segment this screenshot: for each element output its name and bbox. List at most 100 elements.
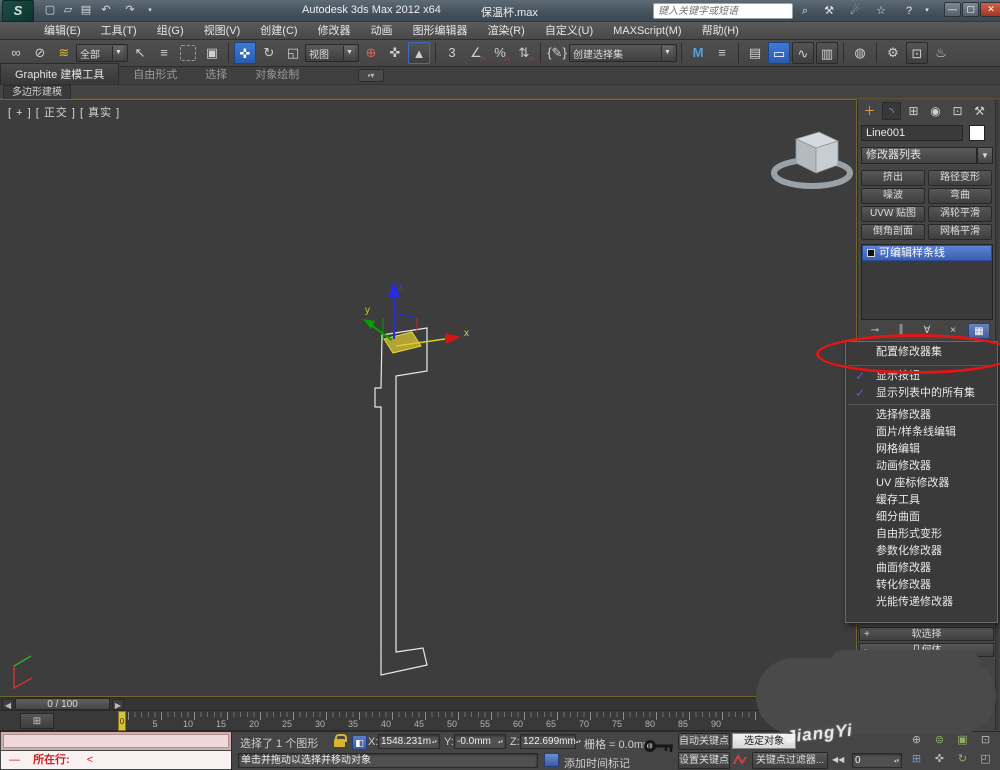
time-tag-icon[interactable] xyxy=(544,753,559,767)
help-dropdown-icon[interactable]: ▾ xyxy=(918,3,936,19)
modifier-button-bevel-profile[interactable]: 倒角剖面 xyxy=(861,224,925,240)
ribbon-tab-selection[interactable]: 选择 xyxy=(191,64,241,84)
select-and-move-icon[interactable]: ✜ xyxy=(234,42,256,64)
maximize-button[interactable]: ▢ xyxy=(962,2,979,17)
menu-edit[interactable]: 编辑(E) xyxy=(34,22,91,40)
menu-help[interactable]: 帮助(H) xyxy=(692,22,749,40)
z-coord-field[interactable]: 122.699mm▴▾ xyxy=(520,734,576,749)
menu-item-parametric-modifiers[interactable]: 参数化修改器 xyxy=(846,543,997,560)
unlink-selection-icon[interactable]: ⊘ xyxy=(29,42,51,64)
align-icon[interactable]: ≡ xyxy=(711,42,733,64)
dropdown-arrow-icon[interactable]: ▼ xyxy=(661,46,673,60)
menu-views[interactable]: 视图(V) xyxy=(194,22,251,40)
auto-key-button[interactable]: 自动关键点 xyxy=(678,733,730,750)
zoom-icon[interactable]: ⊕ xyxy=(908,733,925,748)
search-input[interactable] xyxy=(653,3,793,19)
spinner-icon[interactable]: ▴▾ xyxy=(576,740,581,744)
orbit-icon[interactable]: ↻ xyxy=(954,752,971,767)
key-filters-button[interactable]: 关键点过滤器... xyxy=(752,752,828,769)
named-selection-sets-dropdown[interactable]: 创建选择集▼ xyxy=(569,44,677,62)
pan-icon[interactable]: ✜ xyxy=(931,752,948,767)
zoom-all-icon[interactable]: ⊜ xyxy=(931,733,948,748)
menu-customize[interactable]: 自定义(U) xyxy=(535,22,603,40)
material-editor-icon[interactable]: ◍ xyxy=(849,42,871,64)
ribbon-panel-polygon-modeling[interactable]: 多边形建模 xyxy=(3,85,71,99)
rendered-frame-window-icon[interactable]: ⊡ xyxy=(906,42,928,64)
gizmo-x-arrowhead-icon[interactable] xyxy=(445,333,461,344)
display-tab-icon[interactable]: ⊡ xyxy=(948,102,967,120)
layer-manager-icon[interactable]: ▤ xyxy=(744,42,766,64)
menu-create[interactable]: 创建(C) xyxy=(250,22,307,40)
rectangular-selection-region-icon[interactable] xyxy=(180,45,196,61)
favorites-star-icon[interactable]: ☆ xyxy=(872,3,890,19)
selection-filter-dropdown[interactable]: 全部▼ xyxy=(76,44,128,62)
menu-item-cache-tools[interactable]: 缓存工具 xyxy=(846,492,997,509)
set-key-button[interactable]: 设置关键点 xyxy=(678,752,730,769)
spinner-icon[interactable]: ▴▾ xyxy=(432,740,437,744)
menu-group[interactable]: 组(G) xyxy=(147,22,194,40)
stack-item-editable-spline[interactable]: 可编辑样条线 xyxy=(862,245,992,261)
use-pivot-point-center-icon[interactable]: ⊕ xyxy=(360,42,382,64)
select-and-link-icon[interactable]: ∞ xyxy=(5,42,27,64)
select-and-scale-icon[interactable]: ◱ xyxy=(282,42,304,64)
zoom-extents-icon[interactable]: ▣ xyxy=(954,733,971,748)
ribbon-minimize-icon[interactable]: ▪▾ xyxy=(358,69,384,82)
menu-item-show-all-sets[interactable]: ✓显示列表中的所有集 xyxy=(846,385,997,402)
modifier-button-bend[interactable]: 弯曲 xyxy=(928,188,992,204)
y-coord-field[interactable]: -0.0mm▴▾ xyxy=(454,734,506,749)
bind-to-space-warp-icon[interactable]: ≋ xyxy=(53,42,75,64)
mirror-icon[interactable]: M xyxy=(687,42,709,64)
window-crossing-icon[interactable]: ▣ xyxy=(201,42,223,64)
menu-item-freeform-deformations[interactable]: 自由形式变形 xyxy=(846,526,997,543)
select-object-icon[interactable]: ↖ xyxy=(129,42,151,64)
rollout-expand-icon[interactable]: + xyxy=(864,628,870,641)
modify-tab-icon[interactable]: ◝ xyxy=(882,102,901,120)
dropdown-arrow-icon[interactable]: ▼ xyxy=(112,46,124,60)
object-color-swatch[interactable] xyxy=(969,125,985,141)
open-file-icon[interactable]: ▱ xyxy=(60,3,76,18)
dropdown-arrow-icon[interactable]: ▼ xyxy=(343,46,355,60)
modifier-list-dropdown[interactable]: 修改器列表 xyxy=(861,147,977,164)
object-name-field[interactable]: Line001 xyxy=(861,125,963,141)
keyboard-shortcut-override-icon[interactable]: ▲ xyxy=(408,42,430,64)
listener-line-row[interactable]: — 所在行: < xyxy=(1,751,231,769)
zoom-extents-all-icon[interactable]: ⊡ xyxy=(977,733,994,748)
menu-item-patch-spline-editing[interactable]: 面片/样条线编辑 xyxy=(846,424,997,441)
ribbon-tab-freeform[interactable]: 自由形式 xyxy=(119,64,191,84)
spline-object[interactable] xyxy=(375,328,427,675)
new-key-curve-icon[interactable] xyxy=(733,753,749,767)
search-icon[interactable]: ⌕ xyxy=(796,3,814,19)
menu-item-radiosity-modifiers[interactable]: 光能传递修改器 xyxy=(846,594,997,611)
x-coord-field[interactable]: 1548.231m▴▾ xyxy=(378,734,440,749)
time-slider-track[interactable] xyxy=(0,697,857,711)
zoom-region-icon[interactable]: ⊞ xyxy=(908,752,925,767)
create-tab-icon[interactable]: ＋ xyxy=(860,102,879,120)
trackbar-frame-marker[interactable]: 0 xyxy=(118,711,126,731)
select-by-name-icon[interactable]: ≡ xyxy=(153,42,175,64)
save-file-icon[interactable]: ▤ xyxy=(78,3,94,18)
menu-item-surface-modifiers[interactable]: 曲面修改器 xyxy=(846,560,997,577)
render-production-icon[interactable]: ♨ xyxy=(930,42,952,64)
select-and-manipulate-icon[interactable]: ✜ xyxy=(384,42,406,64)
edit-named-selection-sets-icon[interactable]: {✎} xyxy=(546,42,568,64)
time-slider-thumb[interactable]: 0 / 100 xyxy=(15,698,110,710)
menu-item-uv-coordinate-modifiers[interactable]: UV 座标修改器 xyxy=(846,475,997,492)
hierarchy-tab-icon[interactable]: ⊞ xyxy=(904,102,923,120)
previous-frame-arrow[interactable]: ◀ xyxy=(2,699,14,710)
modifier-button-extrude[interactable]: 挤出 xyxy=(861,170,925,186)
mini-curve-editor-icon[interactable]: ⊞ xyxy=(20,713,54,729)
curve-editor-icon[interactable]: ∿ xyxy=(792,42,814,64)
add-time-tag-label[interactable]: 添加时间标记 xyxy=(564,755,630,770)
menu-graph-editors[interactable]: 图形编辑器 xyxy=(403,22,478,40)
redo-icon[interactable]: ↷ xyxy=(122,3,138,18)
spinner-icon[interactable]: ▴▾ xyxy=(894,759,899,763)
modifier-list-arrow-icon[interactable]: ▼ xyxy=(977,147,993,164)
spinner-icon[interactable]: ▴▾ xyxy=(498,740,503,744)
rollout-soft-selection[interactable]: + 软选择 xyxy=(859,627,994,641)
motion-tab-icon[interactable]: ◉ xyxy=(926,102,945,120)
angle-snap-icon[interactable]: ∠∩ xyxy=(465,42,487,64)
menu-item-subdivision-surfaces[interactable]: 细分曲面 xyxy=(846,509,997,526)
menu-maxscript[interactable]: MAXScript(M) xyxy=(603,22,691,40)
close-button[interactable]: ✕ xyxy=(980,2,1000,17)
spinner-snap-icon[interactable]: ⇅∩ xyxy=(513,42,535,64)
